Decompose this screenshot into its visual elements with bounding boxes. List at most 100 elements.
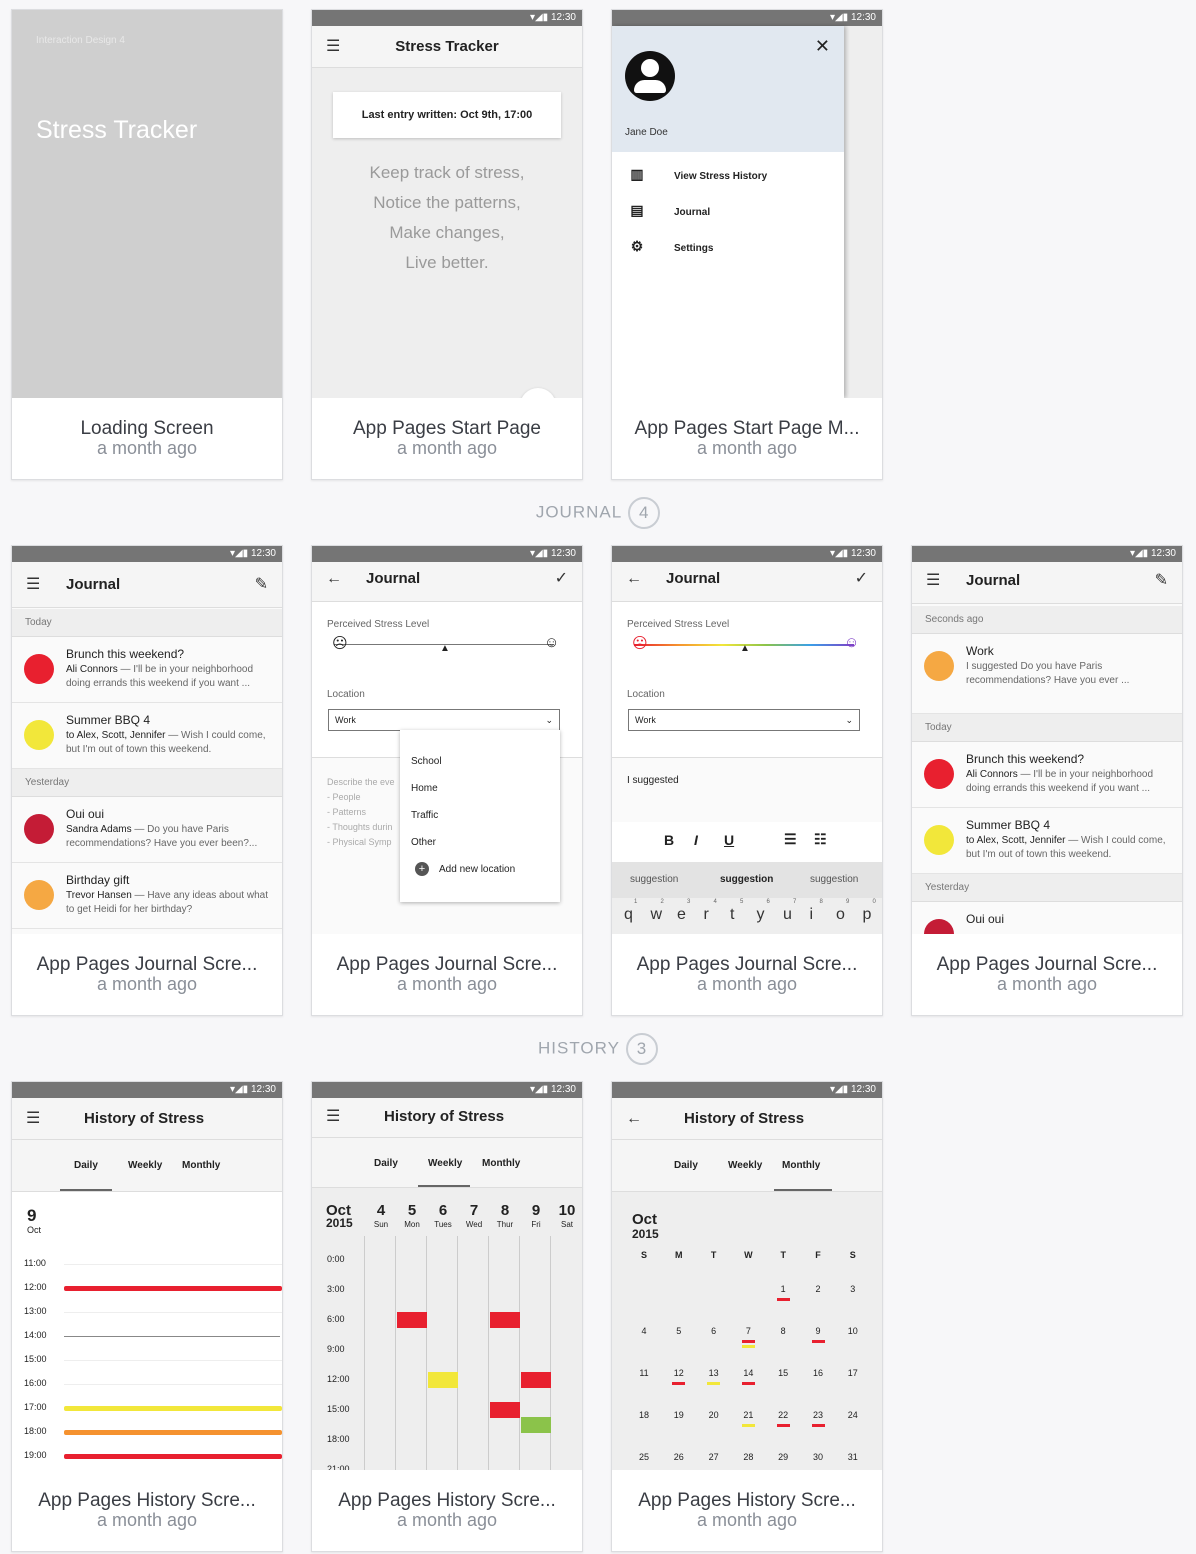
stress-block[interactable] <box>490 1402 520 1418</box>
stress-block[interactable] <box>521 1417 551 1433</box>
drawer-item-history[interactable]: ▥ View Stress History <box>626 166 767 183</box>
calendar-day[interactable]: 23 <box>810 1410 826 1420</box>
suggestion-chip[interactable]: suggestion <box>630 874 678 885</box>
keyboard-key[interactable]: q <box>624 906 633 924</box>
keyboard-key[interactable]: i <box>810 906 814 924</box>
calendar-day[interactable]: 5 <box>671 1326 687 1336</box>
list-item[interactable]: Summer BBQ 4 to Alex, Scott, Jennifer — W… <box>912 808 1182 874</box>
stress-block[interactable] <box>521 1372 551 1388</box>
tab-daily[interactable]: Daily <box>674 1160 698 1171</box>
calendar-day[interactable]: 2 <box>810 1284 826 1294</box>
calendar-day[interactable]: 22 <box>775 1410 791 1420</box>
slider-thumb[interactable]: ▲ <box>440 643 450 654</box>
calendar-day[interactable]: 3 <box>845 1284 861 1294</box>
screen-card-journal-location[interactable]: ▾◢▮ 12:30 ← Journal ✓ Perceived Stress L… <box>311 545 583 1016</box>
screen-card-start-page[interactable]: ▾◢▮ 12:30 ☰ Stress Tracker Last entry wr… <box>311 9 583 480</box>
calendar-day[interactable]: 21 <box>740 1410 756 1420</box>
screen-card-loading[interactable]: Interaction Design 4 Stress Tracker Load… <box>11 9 283 480</box>
tab-monthly[interactable]: Monthly <box>782 1160 820 1171</box>
tab-weekly[interactable]: Weekly <box>428 1158 462 1169</box>
numbered-list-icon[interactable]: ☷ <box>814 831 827 848</box>
keyboard-key[interactable]: e <box>677 906 686 924</box>
dropdown-option[interactable]: School <box>411 756 442 767</box>
suggestion-chip[interactable]: suggestion <box>720 874 773 885</box>
keyboard-key[interactable]: w <box>651 906 663 924</box>
menu-icon[interactable]: ☰ <box>926 562 940 600</box>
back-arrow-icon[interactable]: ← <box>626 1098 642 1140</box>
dropdown-option[interactable]: Home <box>411 783 438 794</box>
screen-card-history-monthly[interactable]: ▾◢▮ 12:30 ← History of Stress Daily Week… <box>611 1081 883 1552</box>
calendar-day[interactable]: 6 <box>706 1326 722 1336</box>
calendar-day[interactable]: 27 <box>706 1452 722 1462</box>
list-item[interactable]: Oui oui Sandra Adams — Do you have Paris … <box>12 797 282 863</box>
slider-thumb[interactable]: ▲ <box>740 643 750 654</box>
suggestion-chip[interactable]: suggestion <box>810 874 858 885</box>
location-select[interactable]: Work ⌄ <box>328 709 560 731</box>
menu-icon[interactable]: ☰ <box>26 1098 40 1140</box>
calendar-day[interactable]: 25 <box>636 1452 652 1462</box>
tab-daily[interactable]: Daily <box>374 1158 398 1169</box>
drawer-item-journal[interactable]: ▤ Journal <box>626 202 710 219</box>
screen-card-history-daily[interactable]: ▾◢▮ 12:30 ☰ History of Stress Daily Week… <box>11 1081 283 1552</box>
add-location-option[interactable]: + Add new location <box>415 862 515 876</box>
calendar-day[interactable]: 29 <box>775 1452 791 1462</box>
keyboard-key[interactable]: o <box>836 906 845 924</box>
calendar-day[interactable]: 24 <box>845 1410 861 1420</box>
bold-icon[interactable]: B <box>664 832 674 848</box>
underline-icon[interactable]: U <box>724 832 734 848</box>
keyboard-key[interactable]: r <box>704 906 709 924</box>
fab-button[interactable] <box>520 388 556 398</box>
list-item[interactable]: Brunch this weekend? Ali Connors — I'll b… <box>12 637 282 703</box>
tab-weekly[interactable]: Weekly <box>128 1160 162 1171</box>
calendar-day[interactable]: 7 <box>740 1326 756 1336</box>
calendar-day[interactable]: 9 <box>810 1326 826 1336</box>
calendar-day[interactable]: 15 <box>775 1368 791 1378</box>
calendar-day[interactable]: 16 <box>810 1368 826 1378</box>
list-item[interactable]: Work I suggested Do you have Paris recomm… <box>912 634 1182 714</box>
calendar-day[interactable]: 12 <box>671 1368 687 1378</box>
last-entry-card[interactable]: Last entry written: Oct 9th, 17:00 <box>333 92 561 138</box>
tab-daily[interactable]: Daily <box>74 1160 98 1171</box>
calendar-day[interactable]: 26 <box>671 1452 687 1462</box>
keyboard-key[interactable]: y <box>757 906 765 924</box>
calendar-day[interactable]: 8 <box>775 1326 791 1336</box>
calendar-day[interactable]: 18 <box>636 1410 652 1420</box>
keyboard-key[interactable]: t <box>730 906 734 924</box>
back-arrow-icon[interactable]: ← <box>626 562 642 596</box>
bullet-list-icon[interactable]: ☰ <box>784 831 797 848</box>
calendar-day[interactable]: 1 <box>775 1284 791 1294</box>
screen-card-start-page-menu[interactable]: ▾◢▮ 12:30 ✕ Jane Doe ▥ View Stress Histor… <box>611 9 883 480</box>
location-select[interactable]: Work ⌄ <box>628 709 860 731</box>
screen-card-journal-updated[interactable]: ▾◢▮ 12:30 ☰ Journal ✎ Seconds ago Work I … <box>911 545 1183 1016</box>
list-item[interactable]: Oui oui <box>912 902 1182 934</box>
edit-icon[interactable]: ✎ <box>1155 562 1168 600</box>
edit-icon[interactable]: ✎ <box>255 562 268 608</box>
stress-block[interactable] <box>490 1312 520 1328</box>
stress-block[interactable] <box>428 1372 458 1388</box>
list-item[interactable]: Birthday gift Trevor Hansen — Have any id… <box>12 863 282 929</box>
keyboard-key[interactable]: p <box>863 906 872 924</box>
list-item[interactable]: Brunch this weekend? Ali Connors — I'll b… <box>912 742 1182 808</box>
tab-weekly[interactable]: Weekly <box>728 1160 762 1171</box>
screen-card-journal-list[interactable]: ▾◢▮ 12:30 ☰ Journal ✎ Today Brunch this … <box>11 545 283 1016</box>
stress-bar[interactable] <box>64 1430 282 1435</box>
check-icon[interactable]: ✓ <box>555 562 568 596</box>
calendar-day[interactable]: 19 <box>671 1410 687 1420</box>
italic-icon[interactable]: I <box>694 832 698 848</box>
close-icon[interactable]: ✕ <box>815 36 830 57</box>
calendar-day[interactable]: 4 <box>636 1326 652 1336</box>
calendar-day[interactable]: 17 <box>845 1368 861 1378</box>
menu-icon[interactable]: ☰ <box>326 26 340 68</box>
calendar-day[interactable]: 28 <box>740 1452 756 1462</box>
tab-monthly[interactable]: Monthly <box>482 1158 520 1169</box>
list-item[interactable]: Summer BBQ 4 to Alex, Scott, Jennifer — W… <box>12 703 282 769</box>
calendar-day[interactable]: 30 <box>810 1452 826 1462</box>
dropdown-option[interactable]: Traffic <box>411 810 438 821</box>
tab-monthly[interactable]: Monthly <box>182 1160 220 1171</box>
calendar-day[interactable]: 11 <box>636 1368 652 1378</box>
calendar-day[interactable]: 10 <box>845 1326 861 1336</box>
drawer-item-settings[interactable]: ⚙ Settings <box>626 238 714 255</box>
calendar-day[interactable]: 13 <box>706 1368 722 1378</box>
calendar-day[interactable]: 20 <box>706 1410 722 1420</box>
calendar-day[interactable]: 31 <box>845 1452 861 1462</box>
